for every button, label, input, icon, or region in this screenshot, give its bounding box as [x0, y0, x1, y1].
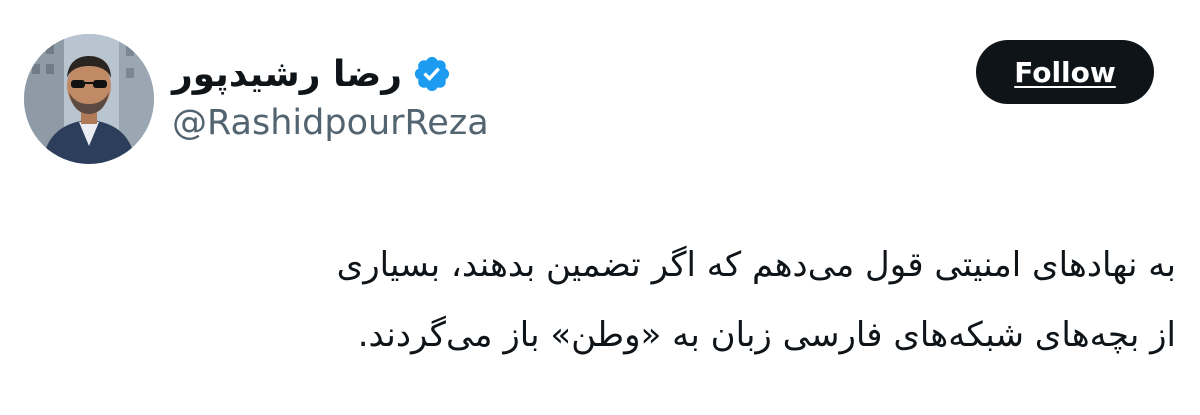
- tweet-text-line: از بچه‌های شبکه‌های فارسی زبان به «وطن» …: [357, 315, 1176, 355]
- tweet-card: رضا رشیدپور @RashidpourReza Follow به نه…: [0, 0, 1200, 415]
- follow-button[interactable]: Follow: [976, 40, 1154, 104]
- verified-badge-icon: [412, 54, 452, 94]
- tweet-text: به نهادهای امنیتی قول می‌دهم که اگر تضمی…: [36, 230, 1176, 370]
- display-name-row: رضا رشیدپور: [172, 44, 452, 104]
- display-name[interactable]: رضا رشیدپور: [172, 54, 402, 95]
- avatar[interactable]: [24, 34, 154, 164]
- avatar-photo-icon: [24, 34, 154, 164]
- user-handle[interactable]: @RashidpourReza: [172, 103, 489, 143]
- tweet-text-line: به نهادهای امنیتی قول می‌دهم که اگر تضمی…: [336, 245, 1176, 285]
